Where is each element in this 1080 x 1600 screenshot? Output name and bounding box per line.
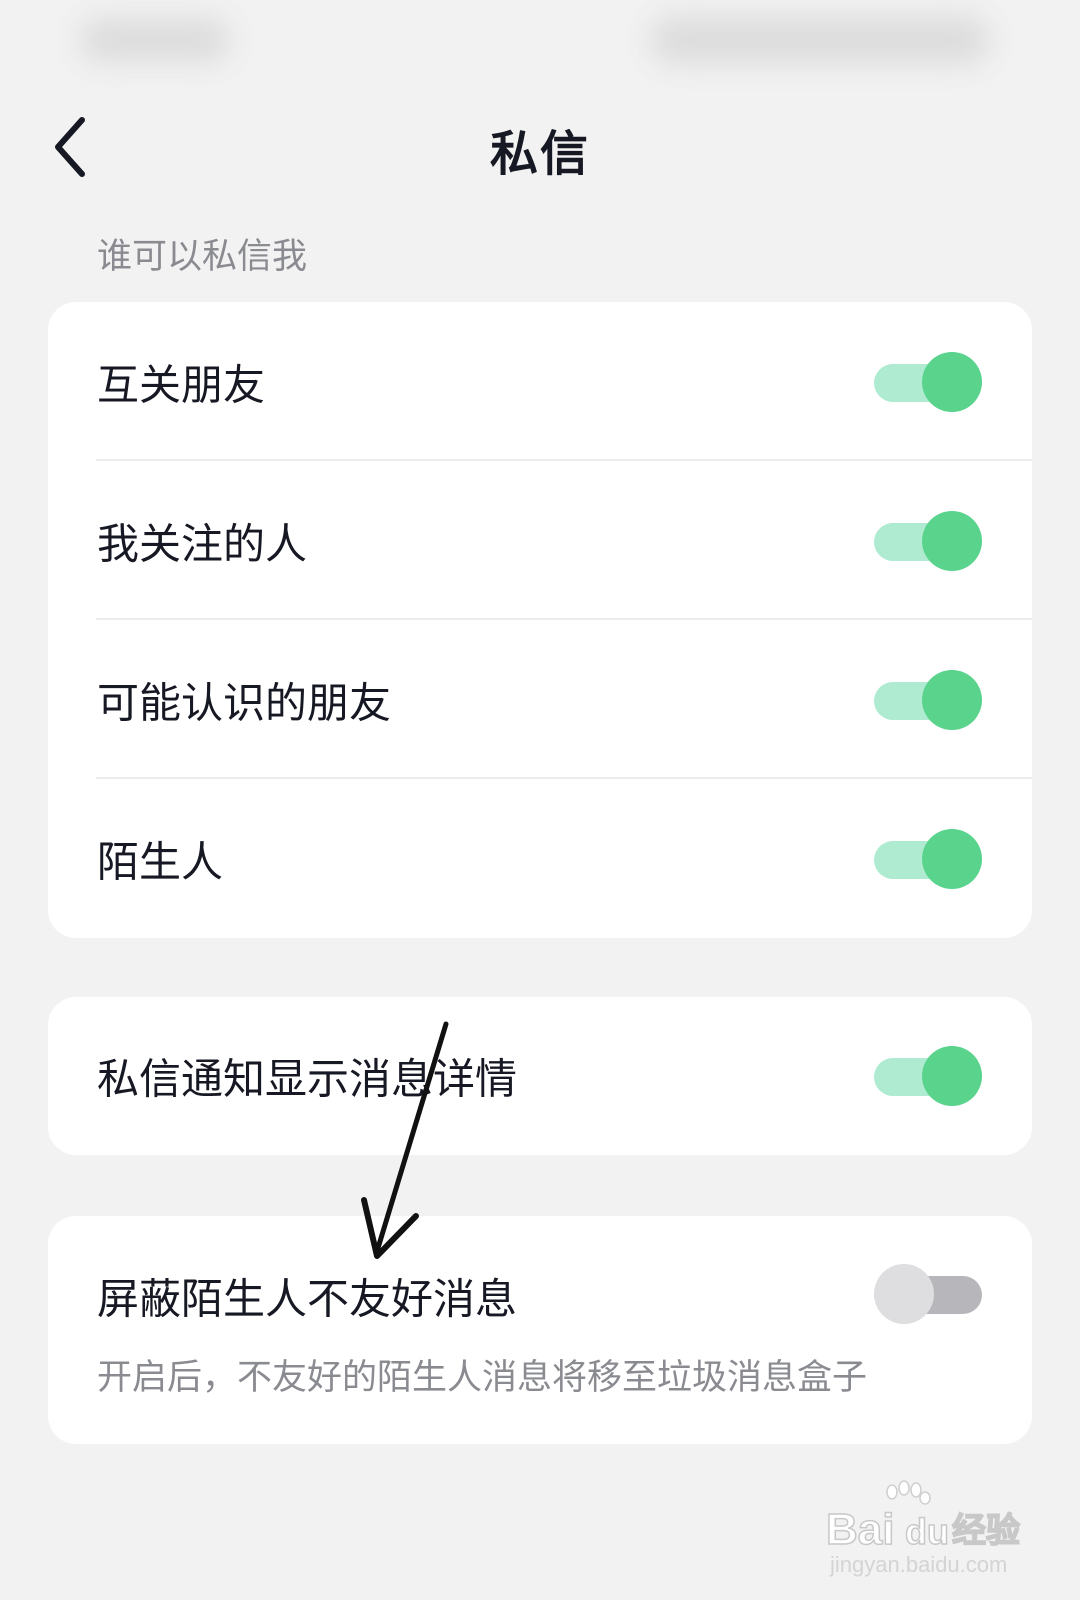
navigation-bar: 私信 (0, 100, 1080, 200)
toggle-switch[interactable] (874, 1264, 982, 1324)
row-label: 我关注的人 (97, 519, 308, 568)
row-label: 屏蔽陌生人不友好消息 (97, 1274, 518, 1324)
status-bar-left (80, 18, 230, 62)
row-label: 可能认识的朋友 (97, 678, 392, 727)
row-description: 开启后，不友好的陌生人消息将移至垃圾消息盒子 (97, 1358, 868, 1398)
watermark-brand: Bai (826, 1505, 894, 1554)
page-title: 私信 (489, 126, 590, 182)
watermark-brand-du: du (905, 1511, 949, 1552)
toggle-switch[interactable] (874, 828, 982, 889)
block-card: 屏蔽陌生人不友好消息 开启后，不友好的陌生人消息将移至垃圾消息盒子 (48, 1216, 1032, 1444)
permission-row-mutual-friends[interactable]: 互关朋友 (48, 302, 1032, 461)
section-label: 谁可以私信我 (97, 237, 308, 277)
row-label: 陌生人 (97, 837, 224, 886)
watermark-logo: Bai du 经验 jingyan.baidu.com (825, 1480, 1021, 1577)
permission-row-may-know[interactable]: 可能认识的朋友 (48, 620, 1032, 779)
toggle-switch[interactable] (874, 1046, 982, 1106)
notification-detail-row[interactable]: 私信通知显示消息详情 (48, 997, 1032, 1155)
watermark-url: jingyan.baidu.com (829, 1552, 1007, 1577)
permissions-card: 互关朋友 我关注的人 可能认识的朋友 陌生人 (48, 302, 1032, 938)
toggle-switch[interactable] (874, 351, 982, 412)
row-label: 互关朋友 (97, 360, 266, 409)
status-bar-right (650, 16, 990, 64)
notification-card: 私信通知显示消息详情 (48, 997, 1032, 1155)
permission-row-following[interactable]: 我关注的人 (48, 461, 1032, 620)
toggle-switch[interactable] (874, 510, 982, 571)
permission-row-strangers[interactable]: 陌生人 (48, 779, 1032, 938)
watermark-brand-cn: 经验 (952, 1511, 1020, 1551)
arrow-icon (361, 1021, 449, 1259)
toggle-switch[interactable] (874, 669, 982, 730)
